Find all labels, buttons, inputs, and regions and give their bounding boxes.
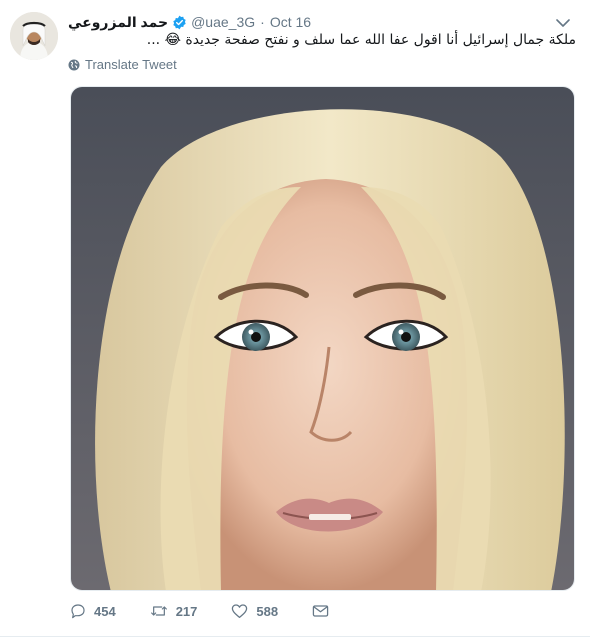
tweet-header: حمد المزروعي @uae_3G · Oct 16: [68, 12, 550, 32]
like-icon: [232, 604, 248, 619]
portrait-photo: [71, 87, 574, 590]
separator-dot: ·: [260, 14, 265, 30]
retweet-button[interactable]: 217: [150, 603, 198, 619]
direct-message-icon: [312, 605, 329, 617]
avatar[interactable]: [10, 12, 58, 60]
tweet-timestamp[interactable]: Oct 16: [270, 14, 311, 30]
retweet-count: 217: [175, 603, 198, 619]
like-button[interactable]: 588: [231, 603, 278, 619]
globe-icon: [68, 59, 80, 70]
reply-button[interactable]: 454: [70, 603, 116, 619]
direct-message-button[interactable]: [312, 604, 337, 618]
reply-icon: [71, 604, 85, 619]
user-handle[interactable]: @uae_3G: [191, 14, 255, 30]
translate-tweet-label: Translate Tweet: [85, 57, 177, 72]
avatar-image: [10, 12, 58, 60]
retweet-icon: [150, 606, 167, 616]
display-name[interactable]: حمد المزروعي: [68, 14, 168, 31]
verified-badge-icon: [172, 15, 187, 30]
reply-count: 454: [94, 603, 116, 619]
translate-tweet-link[interactable]: Translate Tweet: [68, 57, 177, 72]
tweet-actions: 454 217 588: [70, 603, 371, 619]
tweet[interactable]: حمد المزروعي @uae_3G · Oct 16 ملكة جمال …: [0, 0, 590, 637]
caret-down-icon[interactable]: [556, 15, 570, 27]
like-count: 588: [256, 603, 279, 619]
tweet-text: ملكة جمال إسرائيل أنا اقول عفا الله عما …: [146, 32, 576, 48]
tweet-photo[interactable]: [70, 86, 575, 591]
